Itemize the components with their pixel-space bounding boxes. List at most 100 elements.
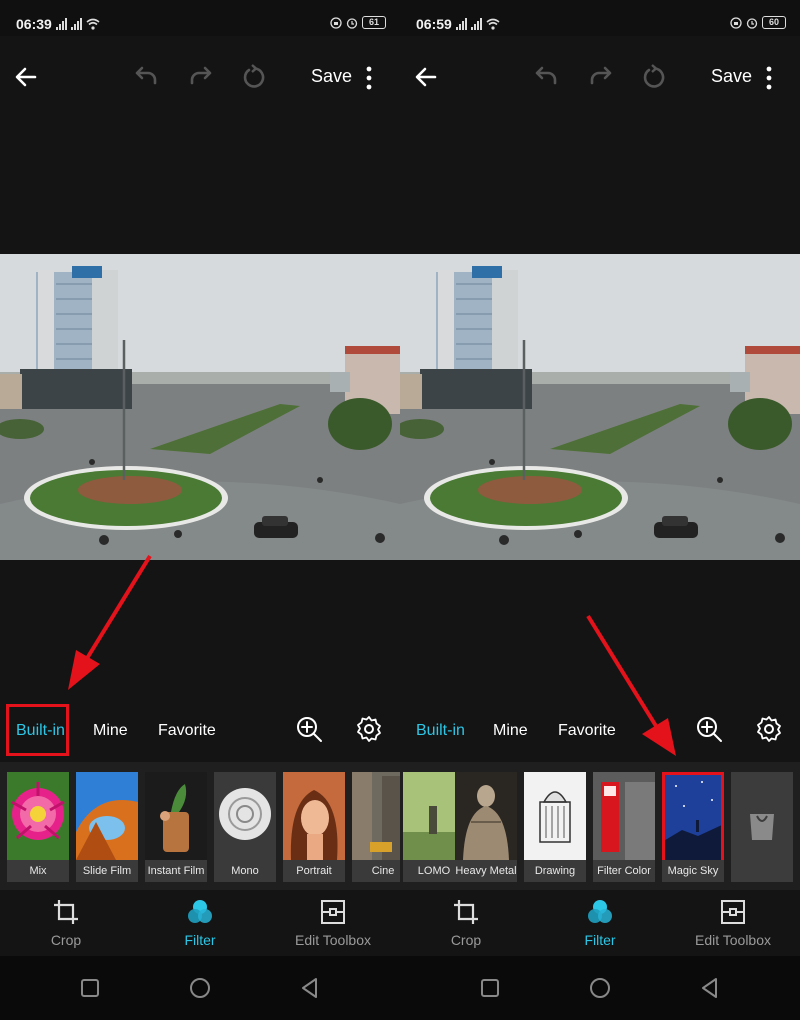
gear-icon[interactable] <box>354 714 384 744</box>
zoom-in-icon[interactable] <box>694 714 724 744</box>
tab-mine[interactable]: Mine <box>493 722 528 740</box>
filter-thumbnail-strip: Mix Slide Film Instant Film Mono Portrai… <box>0 762 400 890</box>
phone-screen-right: 06:59 60 Save Built-in Mine Favorite LOM… <box>400 0 800 1020</box>
undo-icon[interactable] <box>133 64 159 90</box>
filter-thumb-label: Slide Film <box>76 860 138 882</box>
circle-home-icon[interactable] <box>188 976 212 1000</box>
filter-thumb-label: Instant Film <box>145 860 207 882</box>
roundabout-photo <box>400 254 800 560</box>
filter-thumb-heavy-metal[interactable]: Heavy Metal <box>455 772 517 882</box>
nav-crop[interactable]: Crop <box>42 898 90 950</box>
filter-thumb-label: Heavy Metal <box>455 860 517 882</box>
wifi-icon <box>86 18 100 30</box>
tab-built-in[interactable]: Built-in <box>16 722 65 740</box>
back-arrow-icon[interactable] <box>413 64 439 90</box>
undo-icon[interactable] <box>533 64 559 90</box>
editor-toolbar: Save <box>0 36 400 116</box>
nav-filter[interactable]: Filter <box>176 898 224 950</box>
tab-favorite[interactable]: Favorite <box>558 722 616 740</box>
save-button[interactable]: Save <box>711 66 752 87</box>
alarm-icon <box>746 17 758 29</box>
filter-category-tabs: Built-in Mine Favorite <box>0 700 400 762</box>
nav-crop[interactable]: Crop <box>442 898 490 950</box>
filter-thumb-filter-color[interactable]: Filter Color <box>593 772 655 882</box>
signal-icons <box>456 16 500 30</box>
back-arrow-icon[interactable] <box>13 64 39 90</box>
lock-icon <box>730 16 742 29</box>
roundabout-photo <box>0 254 400 560</box>
filter-thumb-magic-sky[interactable]: Magic Sky <box>662 772 724 882</box>
status-bar: 06:59 60 <box>400 0 800 36</box>
redo-icon[interactable] <box>588 64 614 90</box>
filter-thumb-drawing[interactable]: Drawing <box>524 772 586 882</box>
edit-toolbox-icon <box>321 900 345 924</box>
filter-thumb-mono[interactable]: Mono <box>214 772 276 882</box>
filter-thumb-label: Drawing <box>524 860 586 882</box>
filter-icon <box>188 900 212 923</box>
photo-canvas[interactable] <box>400 254 800 560</box>
square-recents-icon[interactable] <box>478 976 502 1000</box>
crop-icon <box>54 900 78 924</box>
system-navigation-bar <box>400 956 800 1020</box>
status-time: 06:39 <box>16 16 52 32</box>
nav-filter[interactable]: Filter <box>576 898 624 950</box>
nav-label: Edit Toolbox <box>694 932 771 948</box>
reset-icon[interactable] <box>641 64 667 90</box>
nav-label: Edit Toolbox <box>294 932 371 948</box>
status-right: 60 <box>730 16 786 29</box>
filter-thumb-label: Mix <box>7 860 69 882</box>
filter-thumbnail-strip: LOMO Heavy Metal Drawing Filter Color Ma… <box>400 762 800 890</box>
lock-icon <box>330 16 342 29</box>
filter-thumb-slide-film[interactable]: Slide Film <box>76 772 138 882</box>
status-time: 06:59 <box>416 16 452 32</box>
wifi-icon <box>486 18 500 30</box>
filter-thumb-label: Filter Color <box>593 860 655 882</box>
reset-icon[interactable] <box>241 64 267 90</box>
alarm-icon <box>346 17 358 29</box>
editor-toolbar: Save <box>400 36 800 116</box>
shopping-bag-icon <box>750 814 774 840</box>
save-button[interactable]: Save <box>311 66 352 87</box>
gear-icon[interactable] <box>754 714 784 744</box>
filter-thumb-label: Cine <box>352 860 400 882</box>
signal-bars-icon <box>71 18 82 30</box>
filter-thumb-mix[interactable]: Mix <box>7 772 69 882</box>
square-recents-icon[interactable] <box>78 976 102 1000</box>
zoom-in-icon[interactable] <box>294 714 324 744</box>
tab-mine[interactable]: Mine <box>93 722 128 740</box>
filter-store-button[interactable] <box>731 772 793 882</box>
filter-thumb-portrait[interactable]: Portrait <box>283 772 345 882</box>
filter-thumb-label: Portrait <box>283 860 345 882</box>
system-navigation-bar <box>0 956 400 1020</box>
filter-thumb-instant-film[interactable]: Instant Film <box>145 772 207 882</box>
filter-thumb-cine[interactable]: Cine <box>352 772 400 882</box>
phone-screen-left: 06:39 61 Save Built-in Mine Favorite Mix… <box>0 0 400 1020</box>
signal-bars-icon <box>56 18 67 30</box>
battery-indicator: 61 <box>362 16 386 29</box>
nav-edit-toolbox[interactable]: Edit Toolbox <box>694 898 772 950</box>
nav-label: Crop <box>50 932 82 948</box>
crop-icon <box>454 900 478 924</box>
bottom-navigation: Crop Filter Edit Toolbox <box>0 890 400 956</box>
redo-icon[interactable] <box>188 64 214 90</box>
signal-bars-icon <box>471 18 482 30</box>
more-vertical-icon[interactable] <box>762 66 776 90</box>
photo-canvas[interactable] <box>0 254 400 560</box>
more-vertical-icon[interactable] <box>362 66 376 90</box>
tab-favorite[interactable]: Favorite <box>158 722 216 740</box>
signal-icons <box>56 16 100 30</box>
triangle-back-icon[interactable] <box>298 976 322 1000</box>
nav-edit-toolbox[interactable]: Edit Toolbox <box>294 898 372 950</box>
nav-label: Filter <box>584 932 616 948</box>
nav-label: Filter <box>184 932 216 948</box>
tutorial-composite: 06:39 61 Save Built-in Mine Favorite Mix… <box>0 0 800 1020</box>
bottom-navigation: Crop Filter Edit Toolbox <box>400 890 800 956</box>
tab-built-in[interactable]: Built-in <box>416 722 465 740</box>
signal-bars-icon <box>456 18 467 30</box>
nav-label: Crop <box>450 932 482 948</box>
battery-indicator: 60 <box>762 16 786 29</box>
triangle-back-icon[interactable] <box>698 976 722 1000</box>
status-bar: 06:39 61 <box>0 0 400 36</box>
circle-home-icon[interactable] <box>588 976 612 1000</box>
edit-toolbox-icon <box>721 900 745 924</box>
